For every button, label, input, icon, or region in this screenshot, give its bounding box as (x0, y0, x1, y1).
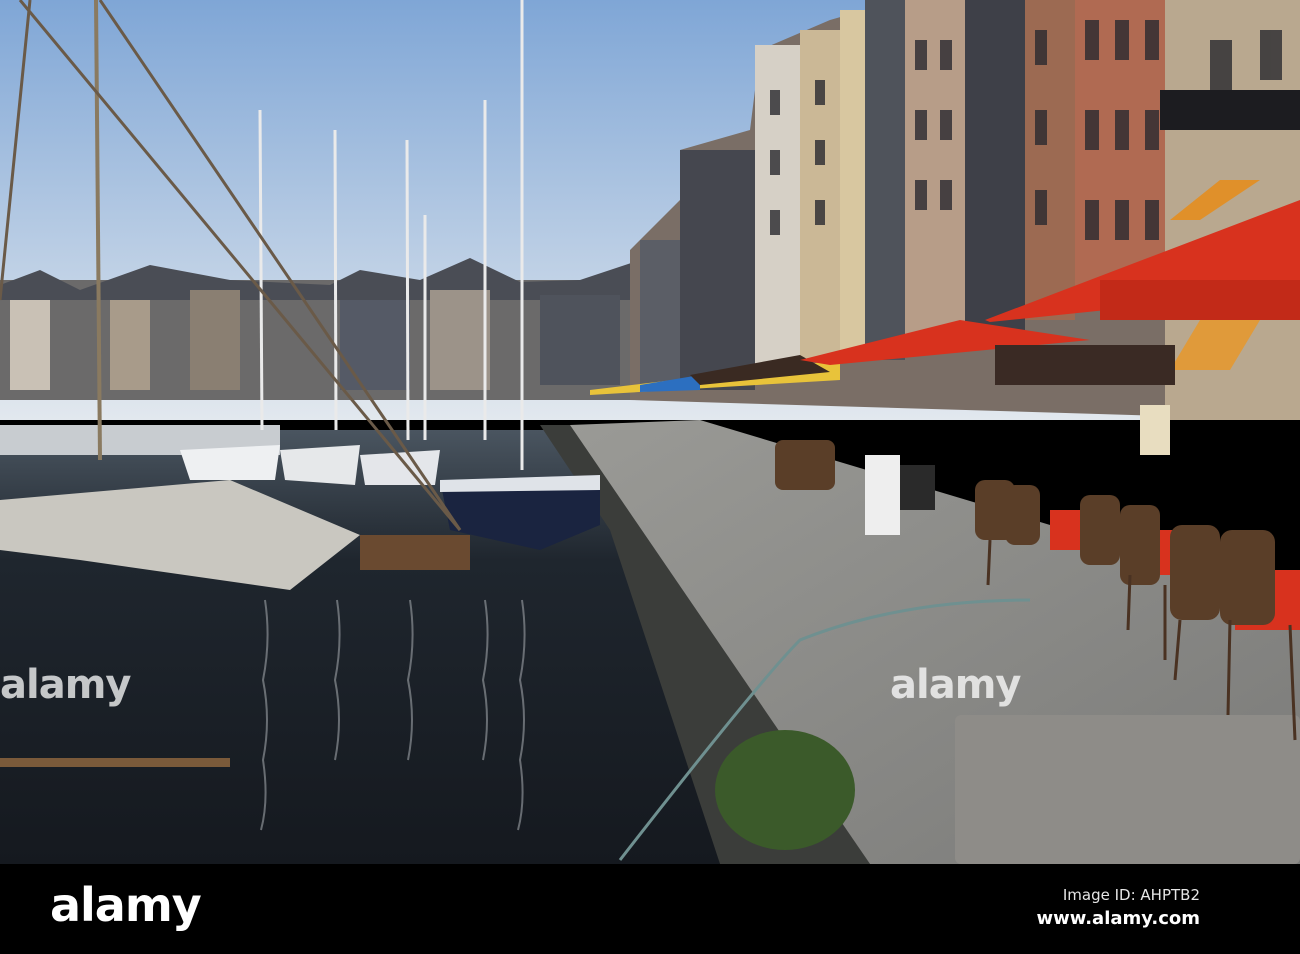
website-link[interactable]: www.alamy.com (1036, 908, 1200, 929)
wall-plants (715, 730, 855, 850)
alamy-logo: alamy (50, 878, 202, 932)
harbour-photo (0, 0, 1300, 864)
image-id: Image ID: AHPTB2 (1062, 886, 1200, 904)
watermark: alamy (0, 662, 131, 708)
stone-block (955, 715, 1300, 864)
watermark: alamy (890, 662, 1021, 708)
footer-bar: alamy Image ID: AHPTB2 www.alamy.com (0, 864, 1300, 954)
